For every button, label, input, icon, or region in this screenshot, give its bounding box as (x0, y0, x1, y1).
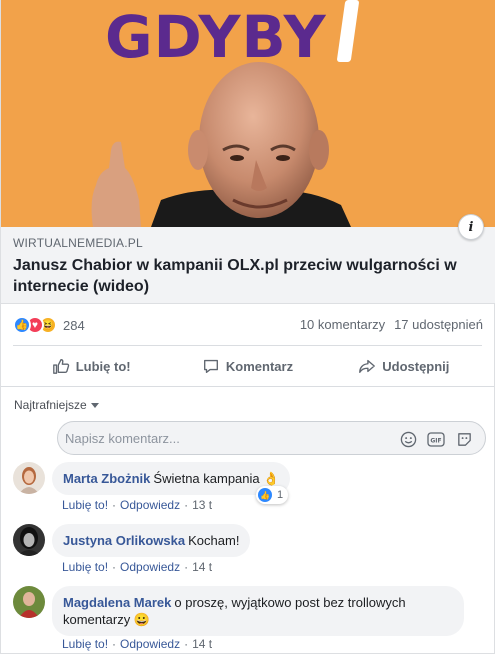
like-button-label: Lubię to! (75, 358, 131, 374)
comment-like-link[interactable]: Lubię to! (62, 560, 108, 574)
comment-time[interactable]: 13 t (192, 498, 212, 512)
comment-reply-link[interactable]: Odpowiedz (120, 498, 180, 512)
comment-text: Świetna kampania 👌 (153, 471, 280, 486)
comment-text: Kocham! (188, 533, 240, 548)
avatar[interactable] (13, 586, 45, 618)
comment-author[interactable]: Magdalena Marek (63, 595, 171, 610)
post-stats: 10 komentarzy 17 udostępnień (300, 317, 483, 332)
comment-reactions[interactable]: 👍 1 (256, 486, 289, 504)
avatar[interactable] (13, 524, 45, 556)
svg-text:GIF: GIF (430, 437, 441, 444)
reaction-count: 284 (63, 317, 85, 333)
link-preview[interactable]: WIRTUALNEMEDIA.PL Janusz Chabior w kampa… (1, 227, 495, 304)
comments-count[interactable]: 10 komentarzy (300, 317, 385, 332)
comment-reply-link[interactable]: Odpowiedz (120, 560, 180, 574)
comment-like-link[interactable]: Lubię to! (62, 637, 108, 651)
post-actions: Lubię to! Komentarz Udostępnij (13, 347, 482, 385)
comment-author[interactable]: Marta Zbożnik (63, 471, 150, 486)
share-button-label: Udostępnij (382, 358, 450, 374)
composer-tools: GIF (399, 430, 473, 448)
comment-time[interactable]: 14 t (192, 637, 212, 651)
comment-button[interactable]: Komentarz (169, 347, 325, 385)
like-icon: 👍 (13, 316, 31, 334)
divider (1, 386, 494, 387)
comment-bubble: Marta Zbożnik Świetna kampania 👌 (52, 462, 291, 495)
thumbs-up-icon (52, 359, 69, 374)
sticker-icon[interactable] (455, 430, 473, 448)
link-domain: WIRTUALNEMEDIA.PL (13, 236, 143, 250)
comment-actions: Lubię to! · Odpowiedz · 13 t (62, 498, 213, 512)
comment-icon (203, 359, 218, 373)
hero-headline: GDYBY (105, 3, 327, 71)
post-image[interactable]: GDYBY (1, 0, 495, 227)
divider (13, 345, 482, 346)
comment-like-link[interactable]: Lubię to! (62, 498, 108, 512)
comment-actions: Lubię to! · Odpowiedz · 14 t (62, 560, 213, 574)
comment-actions: Lubię to! · Odpowiedz · 14 t (62, 637, 213, 651)
comment-input[interactable] (65, 430, 385, 446)
share-button[interactable]: Udostępnij (326, 347, 482, 385)
info-icon[interactable]: i (458, 214, 484, 240)
comment-reply-link[interactable]: Odpowiedz (120, 637, 180, 651)
sort-label: Najtrafniejsze (14, 398, 87, 412)
link-title[interactable]: Janusz Chabior w kampanii OLX.pl przeciw… (13, 255, 473, 297)
shares-count[interactable]: 17 udostępnień (394, 317, 483, 332)
comment-composer: GIF (57, 421, 486, 455)
comment-time[interactable]: 14 t (192, 560, 212, 574)
comment-reaction-count: 1 (277, 489, 284, 501)
reactions-summary[interactable]: 👍 ♥ 😆 284 (13, 315, 85, 335)
comment-author[interactable]: Justyna Orlikowska (63, 533, 185, 548)
avatar[interactable] (13, 462, 45, 494)
gif-icon[interactable]: GIF (427, 430, 445, 448)
share-arrow-icon (359, 359, 376, 373)
like-button[interactable]: Lubię to! (13, 347, 169, 385)
emoji-icon[interactable] (399, 430, 417, 448)
post-card: GDYBY i WIRTUALNEMEDIA.PL Janusz Chabior… (0, 0, 495, 654)
comment-bubble: Magdalena Marek o proszę, wyjątkowo post … (52, 586, 464, 636)
comment-bubble: Justyna Orlikowska Kocham! (52, 524, 251, 557)
caret-down-icon (90, 402, 99, 408)
comment-sort-dropdown[interactable]: Najtrafniejsze (14, 398, 99, 412)
comment-button-label: Komentarz (225, 358, 294, 374)
like-icon: 👍 (258, 488, 272, 502)
